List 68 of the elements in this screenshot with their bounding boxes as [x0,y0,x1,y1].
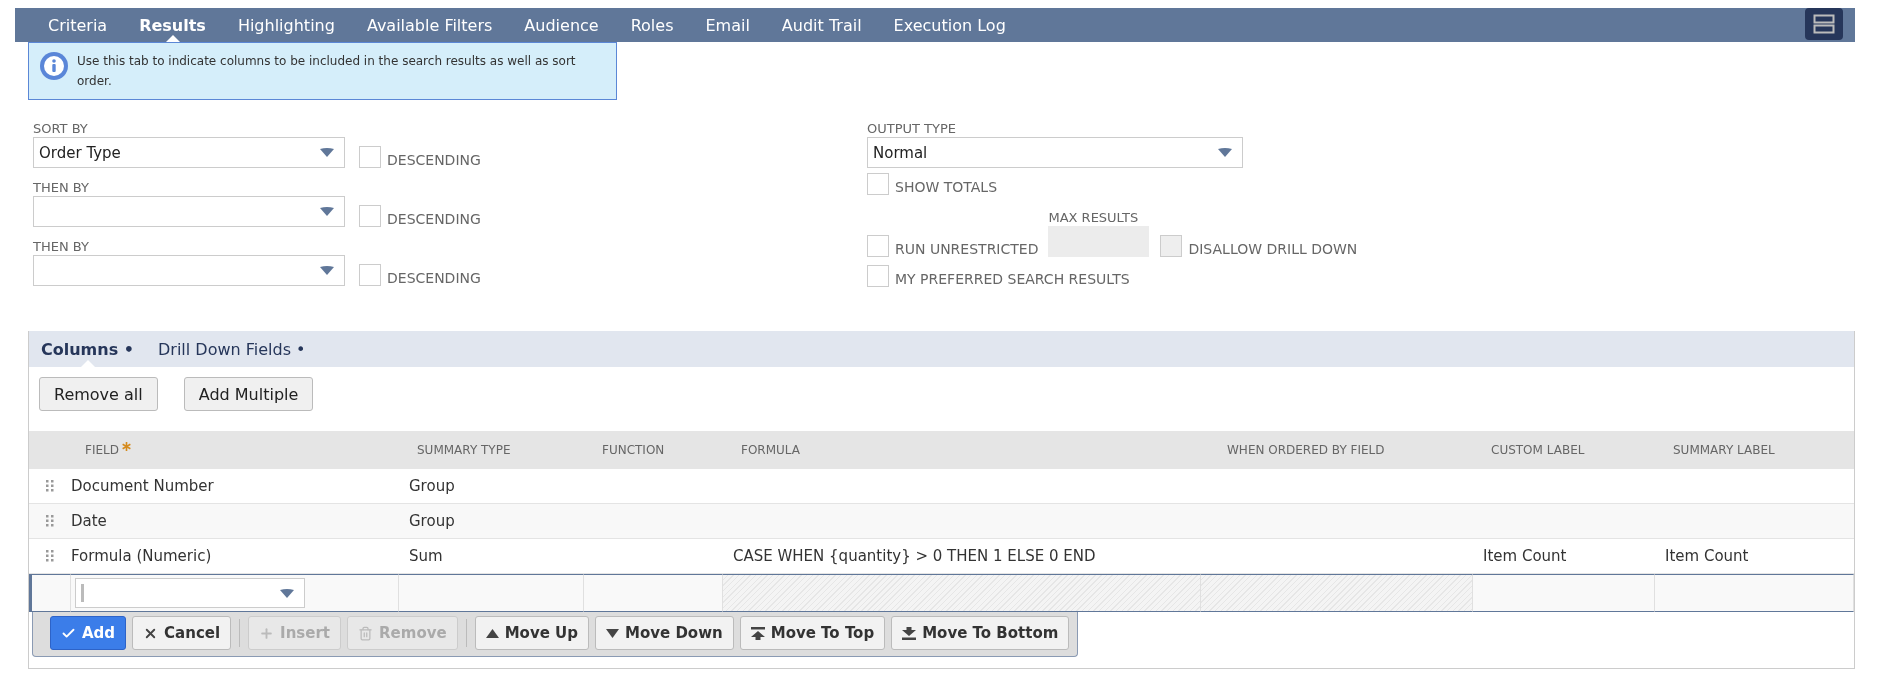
tab[interactable]: Criteria [32,8,124,42]
action-button[interactable]: Remove all [39,377,158,411]
drag-handle-icon[interactable] [46,480,54,492]
row-button[interactable]: Move Up [474,616,589,650]
column-header: FORMULA [723,431,1201,469]
move-bottom-icon [902,626,917,640]
info-text: Use this tab to indicate columns to be included in the search results as well as sort order. [77,53,577,90]
column-header: SUMMARY TYPE [399,431,584,469]
column-header: FIELD [71,431,399,469]
checkbox-label: DESCENDING [387,270,481,286]
required-asterisk-icon [121,441,131,451]
up-triangle-icon [485,628,499,638]
field-label: MAX RESULTS [1048,209,1140,226]
select-field[interactable] [33,255,345,286]
row-button[interactable]: Move To Top [739,616,886,650]
row-button[interactable]: Move Down [595,616,734,650]
row-button[interactable]: Add [50,616,127,650]
field-label: THEN BY [33,179,90,196]
drag-handle-icon[interactable] [46,515,54,527]
select-field[interactable] [75,578,305,608]
plus-icon [259,625,275,641]
column-header: FUNCTION [584,431,723,469]
caret-icon [1218,148,1232,157]
field-label: OUTPUT TYPE [867,120,958,137]
checkbox-label: DESCENDING [387,152,481,168]
menu-button[interactable] [1805,8,1843,40]
table-cell: Date [71,504,399,539]
tab[interactable]: Results [123,8,222,42]
checkbox-label: SHOW TOTALS [895,179,998,195]
tab[interactable]: Available Filters [350,8,509,42]
action-button[interactable]: Add Multiple [183,377,314,411]
checkbox-label: DESCENDING [387,211,481,227]
drag-handle-icon[interactable] [46,550,54,562]
checkbox-label: MY PREFERRED SEARCH RESULTS [895,271,1130,287]
move-top-icon [750,626,765,640]
row-button[interactable]: Cancel [132,616,232,650]
field-label: SORT BY [33,120,89,137]
column-header: SUMMARY LABEL [1655,431,1854,469]
column-header: WHEN ORDERED BY FIELD [1201,431,1473,469]
checkbox[interactable] [867,235,889,257]
checkbox[interactable] [867,173,889,195]
checkbox[interactable] [359,205,381,227]
tab[interactable]: Audience [508,8,615,42]
column-header: CUSTOM LABEL [1473,431,1655,469]
down-triangle-icon [606,628,619,638]
checkbox-label: RUN UNRESTRICTED [895,241,1039,257]
checkbox[interactable] [359,264,381,286]
trash-icon [358,625,374,641]
tab[interactable]: Highlighting [221,8,351,42]
menu-icon [1813,14,1835,34]
caret-icon [320,148,334,157]
info-icon [39,51,69,81]
select-field[interactable]: Normal [867,137,1243,168]
tab[interactable]: Execution Log [877,8,1022,42]
tab[interactable]: Roles [614,8,690,42]
tab[interactable]: Audit Trail [765,8,878,42]
row-button[interactable]: Move To Bottom [891,616,1070,650]
checkbox[interactable] [867,265,889,287]
select-field[interactable]: Order Type [33,137,345,168]
checkbox[interactable] [359,146,381,168]
tab[interactable]: Email [689,8,766,42]
select-field[interactable] [33,196,345,227]
caret-icon [280,588,294,598]
table-cell: Group [399,504,584,539]
caret-icon [320,207,334,216]
field-label: THEN BY [33,238,90,255]
caret-icon [320,266,334,275]
checkbox-label: DISALLOW DRILL DOWN [1188,241,1358,257]
